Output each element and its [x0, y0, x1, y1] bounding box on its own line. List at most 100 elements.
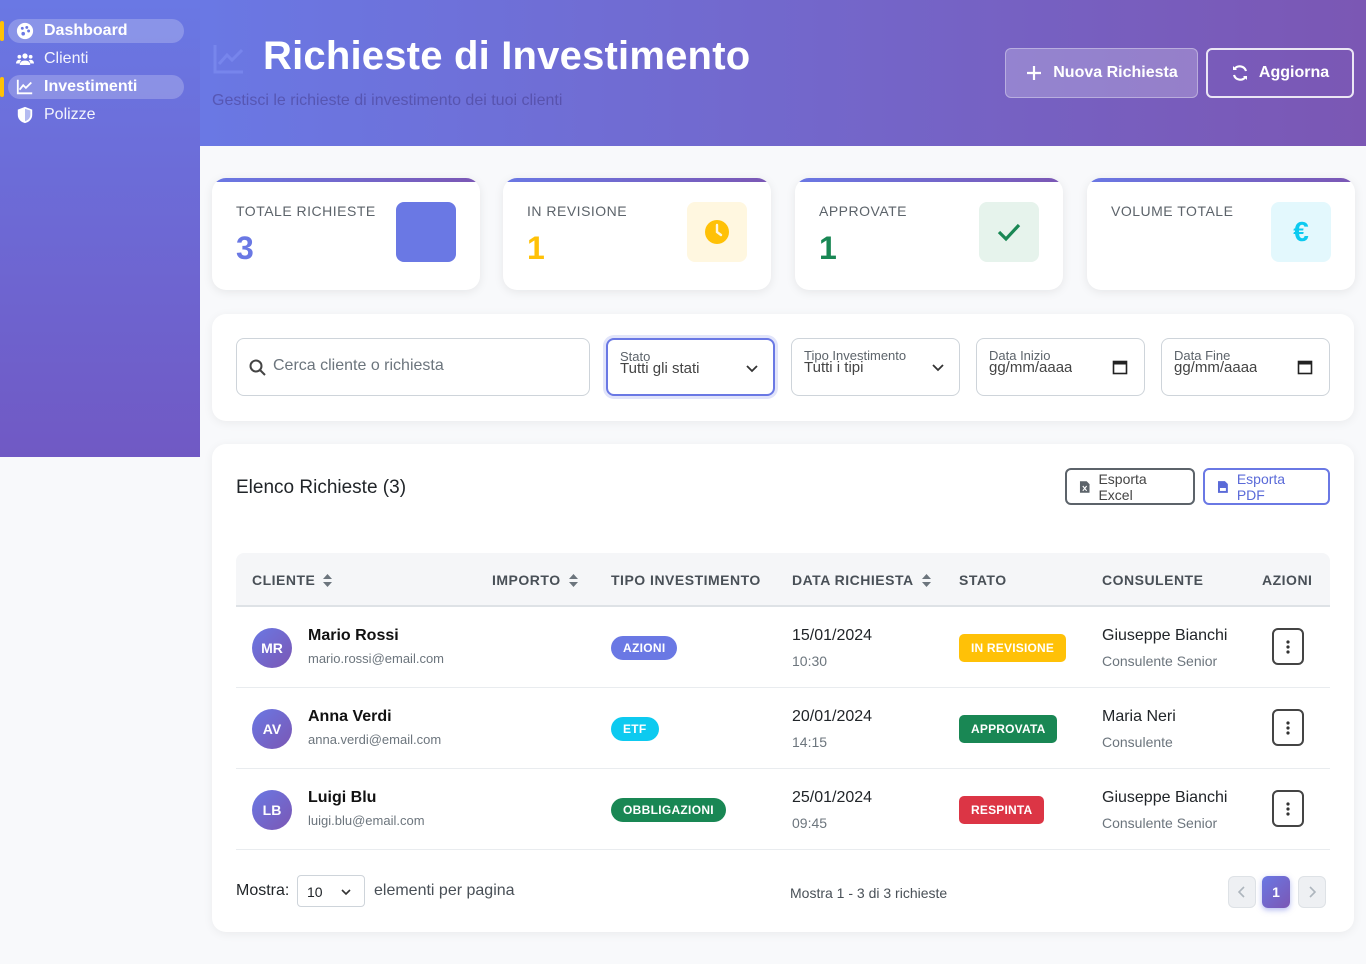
- plus-icon: [1027, 66, 1042, 80]
- page-header: Richieste di Investimento Gestisci le ri…: [200, 0, 1366, 146]
- export-pdf-button[interactable]: Esporta PDF: [1203, 468, 1330, 505]
- more-vertical-icon: [1286, 639, 1290, 654]
- data-inizio-value: gg/mm/aaaa: [989, 361, 1073, 375]
- refresh-label: Aggiorna: [1258, 64, 1330, 81]
- sidebar-item-investimenti[interactable]: Investimenti: [0, 75, 184, 99]
- consultant-name: Maria Neri: [1102, 708, 1176, 725]
- sort-icon: [921, 573, 931, 587]
- column-header-stato: STATO: [959, 572, 1007, 588]
- prev-page-button[interactable]: [1228, 876, 1256, 908]
- file-pdf-icon: [1217, 480, 1228, 493]
- sync-icon: [1232, 65, 1247, 81]
- next-page-button[interactable]: [1298, 876, 1326, 908]
- page-subtitle: Gestisci le richieste di investimento de…: [212, 92, 563, 109]
- client-name: Anna Verdi: [308, 708, 392, 725]
- investment-type-badge: OBBLIGAZIONI: [611, 798, 726, 822]
- chevron-down-icon: [746, 365, 758, 373]
- page-size-value: 10: [307, 884, 323, 900]
- square-icon: [396, 202, 456, 262]
- calendar-icon[interactable]: [1112, 359, 1128, 375]
- more-vertical-icon: [1286, 801, 1290, 816]
- client-email: luigi.blu@email.com: [308, 813, 425, 828]
- request-time: 10:30: [792, 653, 828, 669]
- calendar-icon[interactable]: [1297, 359, 1313, 375]
- stat-value: 1: [527, 230, 545, 266]
- chart-line-icon: [16, 79, 33, 95]
- stat-card-revisione: IN REVISIONE 1: [503, 178, 771, 290]
- sidebar-item-label: Polizze: [44, 106, 96, 123]
- sort-icon: [568, 573, 578, 587]
- column-header-data[interactable]: DATA RICHIESTA: [792, 572, 931, 588]
- chevron-down-icon: [932, 364, 944, 372]
- table-row[interactable]: MR Mario Rossi mario.rossi@email.com AZI…: [236, 607, 1330, 688]
- requests-table-card: Elenco Richieste (3) Esporta Excel Espor…: [212, 444, 1354, 932]
- sidebar: Dashboard Clienti Investimenti Polizze: [0, 0, 200, 457]
- client-email: anna.verdi@email.com: [308, 732, 442, 747]
- consultant-role: Consulente: [1102, 734, 1173, 750]
- export-excel-button[interactable]: Esporta Excel: [1065, 468, 1195, 505]
- clock-icon: [705, 220, 729, 244]
- column-header-cliente[interactable]: CLIENTE: [252, 572, 333, 588]
- tipo-select[interactable]: Tipo Investimento Tutti i tipi: [791, 338, 960, 396]
- stat-label: VOLUME TOTALE: [1111, 203, 1234, 219]
- table-title: Elenco Richieste (3): [236, 477, 407, 498]
- chevron-left-icon: [1238, 886, 1245, 898]
- consultant-name: Giuseppe Bianchi: [1102, 789, 1228, 806]
- table-row[interactable]: LB Luigi Blu luigi.blu@email.com OBBLIGA…: [236, 769, 1330, 850]
- export-pdf-label: Esporta PDF: [1236, 470, 1286, 503]
- avatar: MR: [252, 628, 292, 668]
- file-excel-icon: [1079, 480, 1090, 493]
- stat-card-approvate: APPROVATE 1: [795, 178, 1063, 290]
- sidebar-item-label: Dashboard: [44, 22, 128, 39]
- users-icon: [16, 53, 34, 65]
- table-row[interactable]: AV Anna Verdi anna.verdi@email.com ETF 2…: [236, 688, 1330, 769]
- stato-value: Tutti gli stati: [620, 362, 700, 376]
- status-badge: IN REVISIONE: [959, 634, 1067, 662]
- stat-label: APPROVATE: [819, 203, 908, 219]
- stat-value: 1: [819, 230, 837, 266]
- sidebar-item-label: Investimenti: [44, 78, 138, 95]
- chevron-right-icon: [1309, 886, 1316, 898]
- tipo-value: Tutti i tipi: [804, 361, 864, 375]
- chevron-down-icon: [341, 889, 351, 896]
- column-header-tipo: TIPO INVESTIMENTO: [611, 572, 761, 588]
- column-header-azioni: AZIONI: [1262, 572, 1313, 588]
- column-header-importo[interactable]: IMPORTO: [492, 572, 578, 588]
- row-actions-button[interactable]: [1272, 709, 1304, 746]
- stato-select[interactable]: Stato Tutti gli stati: [606, 338, 775, 396]
- stat-value: 3: [236, 230, 254, 266]
- page-size-select[interactable]: 10: [297, 875, 365, 907]
- data-fine-field[interactable]: Data Fine gg/mm/aaaa: [1161, 338, 1330, 396]
- check-icon-box: [979, 202, 1039, 262]
- status-badge: APPROVATA: [959, 715, 1058, 743]
- investment-type-badge: AZIONI: [611, 636, 678, 660]
- row-actions-button[interactable]: [1272, 628, 1304, 665]
- new-request-label: Nuova Richiesta: [1053, 64, 1178, 81]
- request-date: 15/01/2024: [792, 627, 873, 644]
- consultant-role: Consulente Senior: [1102, 653, 1218, 669]
- pagination-info: Mostra 1 - 3 di 3 richieste: [790, 885, 948, 901]
- row-actions-button[interactable]: [1272, 790, 1304, 827]
- consultant-role: Consulente Senior: [1102, 815, 1218, 831]
- page-button-1[interactable]: 1: [1262, 876, 1290, 908]
- stat-card-totale: TOTALE RICHIESTE 3: [212, 178, 480, 290]
- sidebar-item-polizze[interactable]: Polizze: [8, 103, 184, 127]
- data-fine-value: gg/mm/aaaa: [1174, 361, 1258, 375]
- request-date: 25/01/2024: [792, 789, 873, 806]
- refresh-button[interactable]: Aggiorna: [1206, 48, 1354, 98]
- sidebar-item-label: Clienti: [44, 50, 89, 67]
- new-request-button[interactable]: Nuova Richiesta: [1005, 48, 1198, 98]
- request-date: 20/01/2024: [792, 708, 873, 725]
- sidebar-item-clienti[interactable]: Clienti: [8, 47, 184, 71]
- avatar: AV: [252, 709, 292, 749]
- sidebar-item-dashboard[interactable]: Dashboard: [0, 19, 184, 43]
- data-inizio-field[interactable]: Data Inizio gg/mm/aaaa: [976, 338, 1145, 396]
- chart-line-icon: [213, 45, 244, 74]
- column-header-consulente: CONSULENTE: [1102, 572, 1204, 588]
- request-time: 14:15: [792, 734, 828, 750]
- clock-icon-box: [687, 202, 747, 262]
- filters-panel: Cerca cliente o richiesta Stato Tutti gl…: [212, 314, 1354, 421]
- per-page-label: elementi per pagina: [374, 882, 515, 899]
- search-input[interactable]: Cerca cliente o richiesta: [236, 338, 590, 396]
- status-badge: RESPINTA: [959, 796, 1045, 824]
